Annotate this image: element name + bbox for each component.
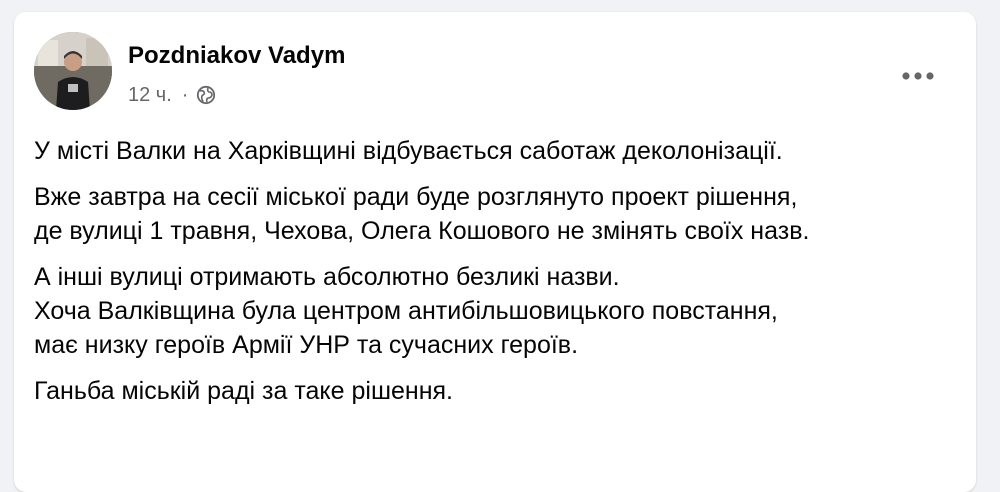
post-line: Вже завтра на сесії міської ради буде ро… — [34, 183, 798, 211]
post-card: Pozdniakov Vadym 12 ч. · У місті Валки н… — [14, 12, 976, 492]
post-paragraph: Вже завтра на сесії міської ради буде ро… — [34, 180, 954, 248]
more-options-button[interactable] — [898, 56, 938, 96]
globe-icon — [196, 85, 216, 105]
post-paragraph: Ганьба міській раді за таке рішення. — [34, 374, 954, 408]
post-line: де вулиці 1 травня, Чехова, Олега Кошово… — [34, 217, 810, 245]
post-line: Хоча Валківщина була центром антибільшов… — [34, 297, 778, 325]
post-header: Pozdniakov Vadym 12 ч. · — [34, 32, 956, 114]
post-timestamp[interactable]: 12 ч. — [128, 84, 172, 107]
author-name[interactable]: Pozdniakov Vadym — [128, 42, 345, 70]
meta-separator: · — [181, 83, 189, 106]
post-text: У місті Валки на Харківщині відбувається… — [34, 134, 954, 420]
avatar[interactable] — [34, 32, 112, 110]
post-line: Ганьба міській раді за таке рішення. — [34, 377, 453, 405]
post-paragraph: У місті Валки на Харківщині відбувається… — [34, 134, 954, 168]
post-line: А інші вулиці отримають абсолютно безлик… — [34, 263, 620, 291]
post-line: У місті Валки на Харківщині відбувається… — [34, 137, 783, 165]
post-line: має низку героїв Армії УНР та сучасних г… — [34, 331, 579, 359]
post-paragraph: А інші вулиці отримають абсолютно безлик… — [34, 260, 954, 362]
more-options-icon — [902, 72, 934, 80]
avatar-photo — [34, 32, 112, 110]
post-meta: 12 ч. · — [128, 82, 216, 108]
